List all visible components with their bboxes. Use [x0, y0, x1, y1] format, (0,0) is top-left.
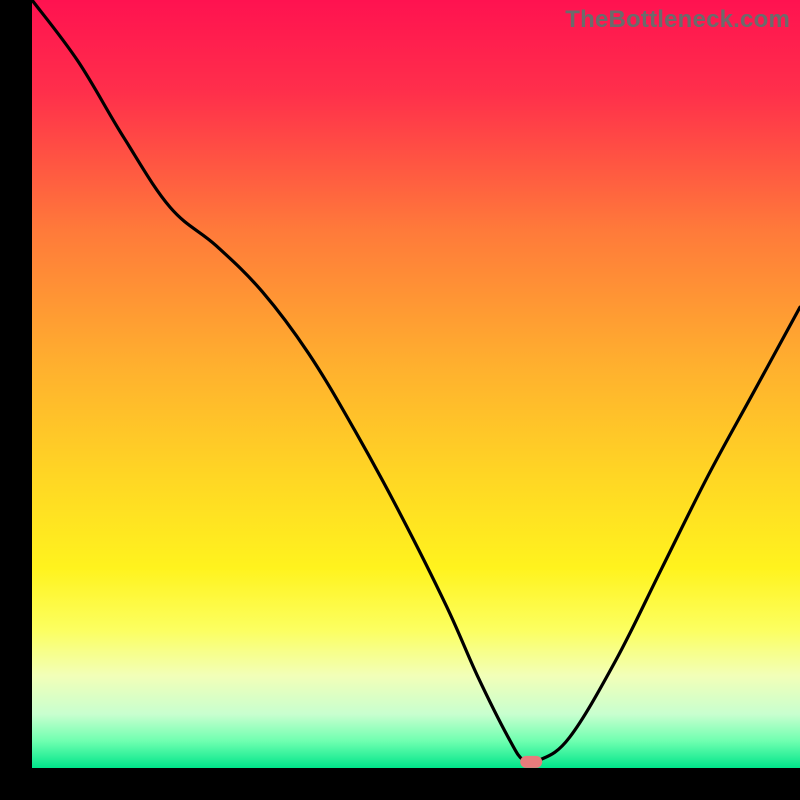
optimum-marker	[520, 756, 542, 768]
watermark-text: TheBottleneck.com	[565, 6, 790, 34]
bottleneck-chart: TheBottleneck.com	[0, 0, 800, 800]
chart-svg	[0, 0, 800, 800]
